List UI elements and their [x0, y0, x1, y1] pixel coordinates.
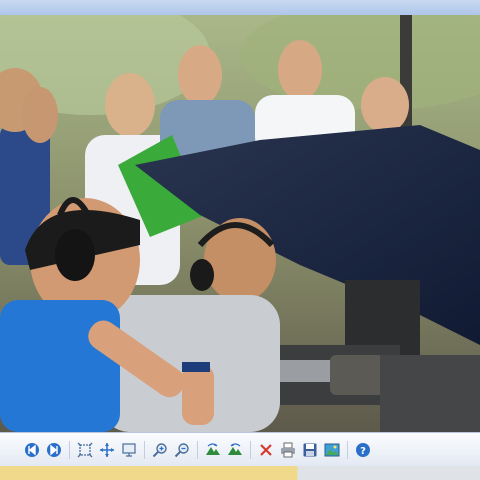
toolbar-separator — [197, 440, 198, 459]
toolbar-separator — [250, 440, 251, 459]
photo-display[interactable] — [0, 15, 480, 432]
slideshow-icon[interactable] — [119, 440, 139, 460]
toolbar-separator — [144, 440, 145, 459]
save-icon[interactable] — [300, 440, 320, 460]
photo — [0, 15, 480, 432]
rotate-counterclockwise-icon[interactable] — [225, 440, 245, 460]
zoom-in-icon[interactable] — [150, 440, 170, 460]
toolbar-separator — [347, 440, 348, 459]
print-icon[interactable] — [278, 440, 298, 460]
svg-text:?: ? — [360, 446, 366, 457]
zoom-out-icon[interactable] — [172, 440, 192, 460]
title-bar[interactable] — [0, 0, 480, 16]
toolbar-separator — [69, 440, 70, 459]
actual-size-icon[interactable] — [75, 440, 95, 460]
best-fit-icon[interactable] — [97, 440, 117, 460]
status-strip — [0, 466, 480, 480]
delete-icon[interactable] — [256, 440, 276, 460]
previous-icon[interactable] — [22, 440, 42, 460]
viewer-toolbar: ? — [0, 432, 480, 466]
open-with-icon[interactable] — [322, 440, 342, 460]
photo-viewer-window: ? — [0, 0, 480, 480]
rotate-clockwise-icon[interactable] — [203, 440, 223, 460]
help-icon[interactable]: ? — [353, 440, 373, 460]
next-icon[interactable] — [44, 440, 64, 460]
